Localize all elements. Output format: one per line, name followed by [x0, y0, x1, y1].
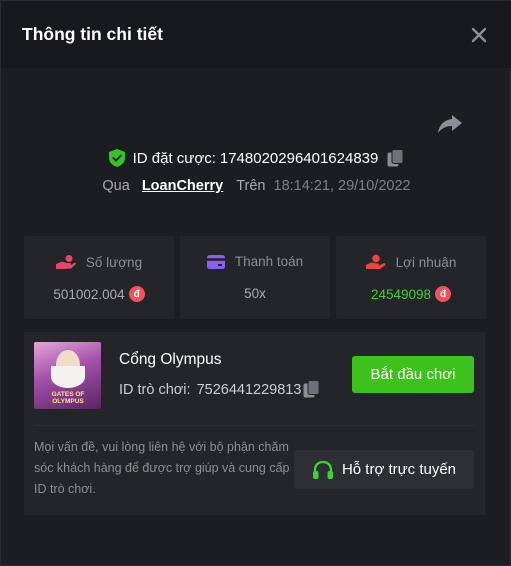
headset-icon	[312, 460, 333, 479]
online-support-label: Hỗ trợ trực tuyến	[341, 461, 457, 478]
shield-check-icon	[108, 149, 125, 167]
copy-icon[interactable]	[303, 380, 320, 399]
bet-timestamp: 18:14:21, 29/10/2022	[273, 178, 411, 194]
stat-amount: Số lượng 501002.004 đ	[24, 236, 174, 319]
game-name: Cổng Olympus	[119, 351, 222, 368]
profit-hand-icon	[365, 254, 386, 269]
start-playing-button[interactable]: Bắt đầu chơi	[352, 356, 474, 393]
bet-id-label: ID đặt cược:	[132, 149, 216, 167]
game-card: GATES OF OLYMPUS Cổng Olympus ID trò chơ…	[24, 332, 485, 515]
dong-coin-icon: đ	[435, 286, 452, 302]
stat-amount-label: Số lượng	[85, 254, 143, 270]
online-support-button[interactable]: Hỗ trợ trực tuyến	[294, 450, 474, 489]
bet-detail-modal: Thông tin chi tiết ID đặt cược: 17480202…	[0, 0, 511, 566]
bet-meta-row: Qua LoanCherry Trên 18:14:21, 29/10/2022	[1, 175, 511, 197]
on-label: Trên	[236, 178, 266, 194]
via-label: Qua	[102, 178, 130, 194]
stat-payout-value: 50x	[244, 286, 266, 301]
divider	[34, 425, 475, 426]
close-icon[interactable]	[467, 23, 491, 47]
game-thumbnail[interactable]: GATES OF OLYMPUS	[34, 342, 101, 409]
modal-header: Thông tin chi tiết	[1, 1, 511, 68]
game-id-row: ID trò chơi: 7526441229813	[119, 380, 320, 399]
copy-icon[interactable]	[387, 148, 404, 168]
bet-id-row: ID đặt cược: 1748020296401624839	[1, 146, 511, 170]
wallet-icon	[206, 254, 225, 269]
stat-payout-label: Thanh toán	[234, 254, 304, 269]
game-id-label: ID trò chơi:	[119, 381, 191, 398]
game-id-value: 7526441229813	[196, 381, 302, 398]
hand-coins-icon	[55, 255, 76, 269]
share-icon[interactable]	[437, 113, 463, 135]
dong-coin-icon: đ	[128, 286, 145, 302]
stat-profit-label: Lợi nhuận	[395, 254, 457, 270]
stat-profit: Lợi nhuận 24549098 đ	[336, 236, 486, 319]
stat-profit-value: 24549098	[370, 286, 432, 302]
modal-title: Thông tin chi tiết	[22, 24, 163, 44]
support-note: Mọi vấn đề, vui lòng liên hệ với bộ phận…	[34, 440, 290, 496]
game-thumbnail-text: GATES OF OLYMPUS	[51, 391, 85, 405]
bet-id-value: 1748020296401624839	[219, 149, 379, 167]
stat-payout: Thanh toán 50x	[180, 236, 330, 319]
stat-amount-value: 501002.004	[53, 286, 125, 302]
username-link[interactable]: LoanCherry	[142, 178, 223, 194]
